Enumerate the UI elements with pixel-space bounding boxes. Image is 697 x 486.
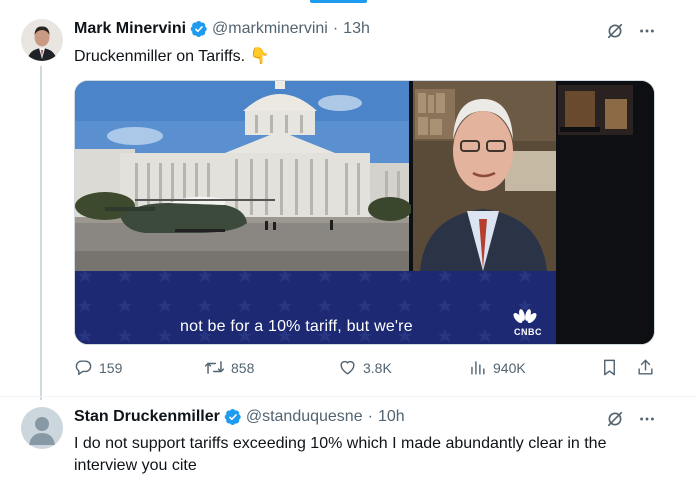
tweet1-action-bar: 159 858 3.8K 940K	[74, 358, 654, 382]
tweet-text: Druckenmiller on Tariffs. 👇	[74, 48, 270, 65]
share-button[interactable]	[636, 358, 655, 377]
grok-icon[interactable]	[606, 410, 624, 428]
views-button[interactable]: 940K	[468, 358, 526, 377]
reply-count: 159	[99, 359, 123, 376]
video-media[interactable]: not be for a 10% tariff, but we're CNBC	[74, 80, 655, 345]
more-icon[interactable]	[638, 22, 656, 40]
default-avatar-icon	[21, 407, 63, 449]
handle[interactable]: @standuquesne	[246, 408, 363, 426]
verified-badge-icon	[190, 20, 208, 38]
thread-connector-line	[40, 66, 42, 400]
like-icon	[340, 360, 355, 375]
display-name[interactable]: Stan Druckenmiller	[74, 408, 220, 426]
like-button[interactable]: 3.8K	[338, 358, 392, 377]
tweet-text-line-1: I do not support tariffs exceeding 10% w…	[74, 435, 607, 452]
repost-count: 858	[231, 359, 255, 376]
tweet1-top-actions	[606, 22, 656, 40]
handle[interactable]: @markminervini	[212, 20, 328, 38]
timestamp[interactable]: 13h	[343, 20, 370, 38]
repost-icon	[204, 361, 225, 374]
network-logo-text: CNBC	[514, 327, 542, 337]
avatar-stan-druckenmiller[interactable]	[21, 407, 63, 449]
reply-icon	[75, 360, 92, 375]
repost-button[interactable]: 858	[204, 358, 254, 377]
tweet1-header: Mark Minervini @markminervini · 13h	[74, 20, 370, 38]
avatar-mark-minervini[interactable]	[21, 19, 63, 61]
more-icon[interactable]	[638, 410, 656, 428]
video-frame	[75, 81, 654, 344]
tweet-text-line-2: interview you cite	[74, 457, 197, 474]
timestamp[interactable]: 10h	[378, 408, 405, 426]
tweet-divider	[0, 396, 697, 397]
separator: ·	[367, 408, 373, 425]
share-icon	[638, 359, 653, 375]
active-tab-indicator	[310, 0, 367, 3]
bookmark-button[interactable]	[600, 358, 619, 377]
video-caption: not be for a 10% tariff, but we're	[180, 318, 413, 335]
tweet2-top-actions	[606, 410, 656, 428]
reply-button[interactable]: 159	[74, 358, 122, 377]
bookmark-icon	[604, 359, 615, 376]
separator: ·	[332, 20, 339, 37]
peacock-icon	[513, 309, 537, 326]
grok-icon[interactable]	[606, 22, 624, 40]
tweet2-header: Stan Druckenmiller @standuquesne · 10h	[74, 408, 405, 426]
views-icon	[471, 361, 485, 375]
display-name[interactable]: Mark Minervini	[74, 20, 186, 38]
verified-badge-icon	[224, 408, 242, 426]
avatar-image	[21, 19, 63, 61]
cnbc-logo: CNBC	[510, 308, 546, 337]
like-count: 3.8K	[363, 359, 392, 376]
view-count: 940K	[493, 359, 526, 376]
